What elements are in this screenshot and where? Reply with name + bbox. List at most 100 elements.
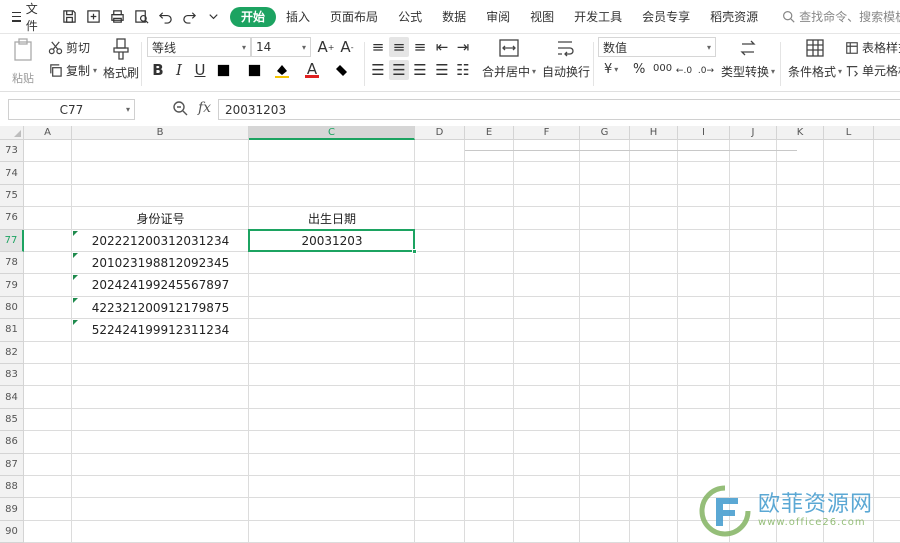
tab-home[interactable]: 开始 <box>230 6 277 27</box>
row-header-84[interactable]: 84 <box>0 386 24 409</box>
align-right-icon[interactable]: ☰ <box>410 60 430 80</box>
italic-icon[interactable]: I <box>169 60 189 80</box>
select-all-button[interactable] <box>0 126 24 140</box>
decrease-indent-icon[interactable]: ⇤ <box>432 37 452 57</box>
cell-b78[interactable]: 201023198812092345 <box>72 252 249 274</box>
font-name-select[interactable]: 等线 ▾ <box>147 37 251 57</box>
cell-b79[interactable]: 202424199245567897 <box>72 274 249 296</box>
justify-icon[interactable]: ☰ <box>432 60 452 80</box>
tab-member[interactable]: 会员专享 <box>632 7 700 27</box>
font-color-icon[interactable]: A <box>302 60 322 80</box>
column-header-l[interactable]: L <box>824 126 874 140</box>
undo-icon[interactable] <box>154 6 176 28</box>
merge-center-button[interactable]: 合并居中 ▾ <box>482 38 536 80</box>
column-header-j[interactable]: J <box>730 126 777 140</box>
tab-developer[interactable]: 开发工具 <box>564 7 632 27</box>
currency-button[interactable]: ¥ ▾ <box>604 62 618 77</box>
underline-icon[interactable]: U <box>190 60 210 80</box>
tab-docer-resources[interactable]: 稻壳资源 <box>700 7 768 27</box>
column-header-h[interactable]: H <box>630 126 678 140</box>
worksheet-grid[interactable]: A B C D E F G H I J K L 73 74 75 76 77 78 79 80 81 82 83 84 85 86… <box>0 126 900 543</box>
percent-button[interactable]: % <box>633 62 645 77</box>
name-box[interactable]: C77 ▾ <box>8 99 135 120</box>
column-header-b[interactable]: B <box>72 126 249 140</box>
align-left-icon[interactable]: ☰ <box>368 60 388 80</box>
cell-format-button[interactable]: 单元格格 <box>845 62 900 79</box>
row-header-76[interactable]: 76 <box>0 207 24 230</box>
column-header-g[interactable]: G <box>580 126 630 140</box>
column-header-e[interactable]: E <box>465 126 514 140</box>
tab-view[interactable]: 视图 <box>520 7 564 27</box>
row-header-79[interactable]: 79 <box>0 274 24 297</box>
row-header-78[interactable]: 78 <box>0 252 24 275</box>
cell-b80[interactable]: 422321200912179875 <box>72 297 249 319</box>
formula-input[interactable]: 20031203 <box>218 99 900 120</box>
copy-button[interactable]: 复制 ▾ <box>48 62 97 79</box>
align-middle-icon[interactable]: ≡ <box>389 37 409 57</box>
row-header-77[interactable]: 77 <box>0 229 24 252</box>
align-top-icon[interactable]: ≡ <box>368 37 388 57</box>
cell-c76[interactable]: 出生日期 <box>249 207 415 229</box>
format-painter-button[interactable]: 格式刷 <box>103 38 139 81</box>
increase-indent-icon[interactable]: ⇥ <box>453 37 473 57</box>
cut-button[interactable]: 剪切 <box>48 39 90 56</box>
row-header-88[interactable]: 88 <box>0 476 24 499</box>
file-menu-button[interactable]: 文件 <box>0 0 50 34</box>
print-icon[interactable] <box>106 6 128 28</box>
row-header-83[interactable]: 83 <box>0 364 24 387</box>
row-header-74[interactable]: 74 <box>0 162 24 185</box>
table-style-button[interactable]: 表格样式 <box>845 39 900 56</box>
align-bottom-icon[interactable]: ≡ <box>410 37 430 57</box>
column-header-a[interactable]: A <box>24 126 72 140</box>
align-center-icon[interactable]: ☰ <box>389 60 409 80</box>
row-header-89[interactable]: 89 <box>0 498 24 521</box>
row-header-75[interactable]: 75 <box>0 184 24 208</box>
paste-button[interactable]: 粘贴 <box>10 38 36 86</box>
customize-toolbar-icon[interactable] <box>202 6 224 28</box>
fill-pattern-icon[interactable] <box>244 60 264 80</box>
decrease-font-size-icon[interactable]: A- <box>337 37 357 57</box>
border-icon[interactable] <box>213 60 233 80</box>
clear-format-icon[interactable] <box>332 60 352 80</box>
bold-icon[interactable]: B <box>148 60 168 80</box>
distributed-icon[interactable]: ☷ <box>453 60 473 80</box>
tab-data[interactable]: 数据 <box>432 7 476 27</box>
row-header-87[interactable]: 87 <box>0 453 24 476</box>
export-icon[interactable] <box>82 6 104 28</box>
fill-color-icon[interactable] <box>272 60 292 80</box>
font-size-select[interactable]: 14 ▾ <box>251 37 311 57</box>
row-header-82[interactable]: 82 <box>0 341 24 364</box>
increase-decimal-icon[interactable]: ←.0 <box>674 61 694 81</box>
number-format-select[interactable]: 数值 ▾ <box>598 37 716 57</box>
print-preview-icon[interactable] <box>130 6 152 28</box>
tab-page-layout[interactable]: 页面布局 <box>320 7 388 27</box>
cell-b81[interactable]: 522424199912311234 <box>72 319 249 341</box>
insert-function-icon[interactable]: fx <box>198 100 211 116</box>
save-icon[interactable] <box>58 6 80 28</box>
column-header-k[interactable]: K <box>777 126 824 140</box>
row-header-86[interactable]: 86 <box>0 431 24 454</box>
row-header-80[interactable]: 80 <box>0 296 24 320</box>
thousands-separator-button[interactable]: 000 <box>653 63 672 74</box>
fill-handle[interactable] <box>412 248 417 254</box>
increase-font-size-icon[interactable]: A + <box>316 37 336 57</box>
cell-b77[interactable]: 202221200312031234 <box>72 230 249 252</box>
row-header-85[interactable]: 85 <box>0 408 24 432</box>
column-header-f[interactable]: F <box>514 126 580 140</box>
tab-formulas[interactable]: 公式 <box>388 7 432 27</box>
row-header-73[interactable]: 73 <box>0 140 24 163</box>
column-header-d[interactable]: D <box>415 126 465 140</box>
decrease-decimal-icon[interactable]: .0→ <box>696 61 716 81</box>
tab-review[interactable]: 审阅 <box>476 7 520 27</box>
redo-icon[interactable] <box>178 6 200 28</box>
zoom-icon[interactable] <box>172 100 188 116</box>
tab-insert[interactable]: 插入 <box>276 7 320 27</box>
cell-b76[interactable]: 身份证号 <box>72 207 249 229</box>
row-header-90[interactable]: 90 <box>0 520 24 543</box>
column-header-i[interactable]: I <box>678 126 730 140</box>
wrap-text-button[interactable]: 自动换行 <box>542 38 590 80</box>
command-search[interactable]: 查找命令、搜索模板 <box>782 8 900 25</box>
column-header-c[interactable]: C <box>249 126 415 140</box>
conditional-format-button[interactable]: 条件格式 ▾ <box>788 38 842 80</box>
row-header-81[interactable]: 81 <box>0 319 24 342</box>
